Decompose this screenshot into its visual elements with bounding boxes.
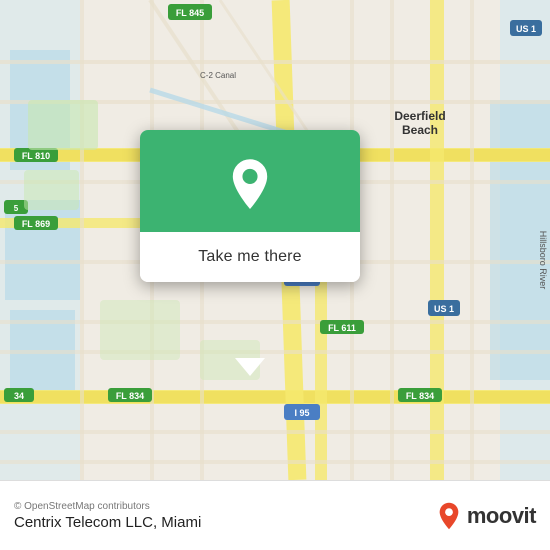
svg-text:Hillsboro River: Hillsboro River <box>538 231 548 290</box>
popup-tail <box>235 358 265 376</box>
svg-text:FL 834: FL 834 <box>406 391 434 401</box>
popup-green-area <box>140 130 360 232</box>
moovit-pin-icon <box>435 502 463 530</box>
svg-text:US 1: US 1 <box>434 304 454 314</box>
svg-text:FL 869: FL 869 <box>22 219 50 229</box>
bottom-info: © OpenStreetMap contributors Centrix Tel… <box>14 501 201 531</box>
take-me-there-button[interactable]: Take me there <box>140 232 360 282</box>
osm-credit: © OpenStreetMap contributors <box>14 501 201 512</box>
svg-text:US 1: US 1 <box>516 24 536 34</box>
bottom-bar: © OpenStreetMap contributors Centrix Tel… <box>0 480 550 550</box>
moovit-brand-text: moovit <box>467 503 536 529</box>
svg-text:34: 34 <box>14 391 24 401</box>
svg-text:Deerfield: Deerfield <box>394 109 445 123</box>
svg-text:Beach: Beach <box>402 123 438 137</box>
popup-card: Take me there <box>140 130 360 282</box>
svg-text:FL 834: FL 834 <box>116 391 144 401</box>
moovit-logo: moovit <box>435 502 536 530</box>
svg-text:C-2 Canal: C-2 Canal <box>200 71 236 80</box>
svg-text:I 95: I 95 <box>294 408 309 418</box>
location-title: Centrix Telecom LLC, Miami <box>14 514 201 531</box>
svg-text:FL 611: FL 611 <box>328 323 356 333</box>
svg-text:FL 810: FL 810 <box>22 151 50 161</box>
svg-text:FL 845: FL 845 <box>176 8 204 18</box>
location-pin-icon <box>224 158 276 210</box>
map-container[interactable]: FL 845 US 1 FL 810 FL 869 I 95 I 95 FL 8… <box>0 0 550 480</box>
svg-text:5: 5 <box>14 204 19 213</box>
